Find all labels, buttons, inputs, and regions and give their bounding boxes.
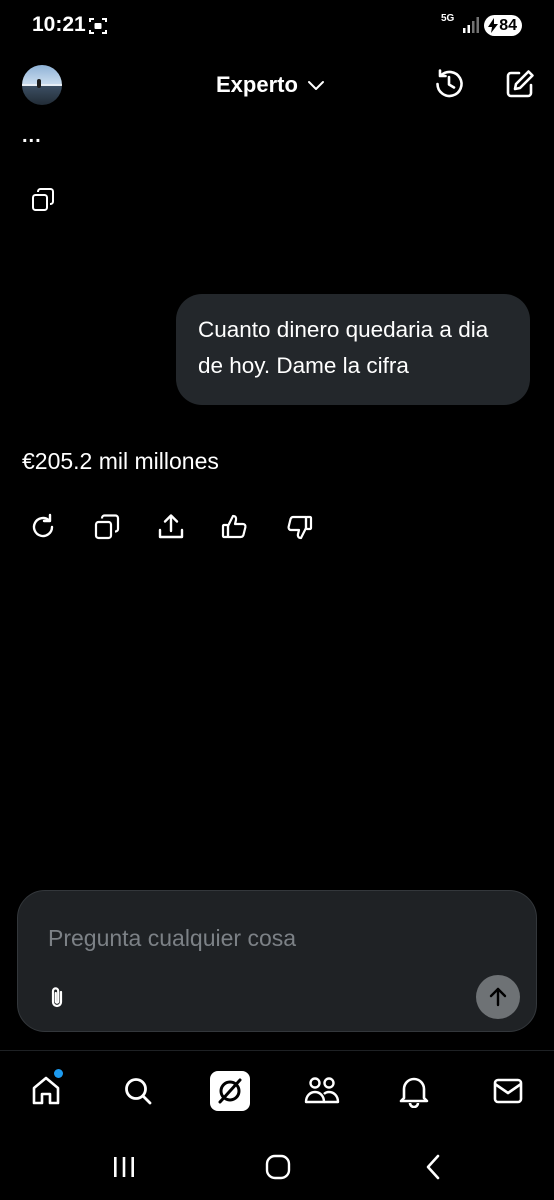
user-message-bubble[interactable]: Cuanto dinero quedaria a dia de hoy. Dam… xyxy=(176,294,530,405)
nav-messages[interactable] xyxy=(488,1071,528,1111)
send-button[interactable] xyxy=(476,975,520,1019)
back-icon[interactable] xyxy=(419,1152,449,1182)
network-label: 5G xyxy=(441,13,455,24)
grok-tile xyxy=(210,1071,250,1111)
copy-icon[interactable] xyxy=(30,187,56,213)
chevron-down-icon xyxy=(307,81,324,90)
thumbs-up-icon[interactable] xyxy=(220,512,250,542)
paperclip-icon[interactable] xyxy=(44,985,70,1011)
home-button-icon[interactable] xyxy=(263,1152,293,1182)
screen-recording-icon xyxy=(89,18,107,34)
system-navigation xyxy=(0,1135,554,1200)
grok-icon xyxy=(218,1078,242,1104)
message-input[interactable] xyxy=(48,921,488,955)
mode-label: Experto xyxy=(216,72,298,97)
signal-icon xyxy=(463,17,479,33)
new-chat-icon[interactable] xyxy=(503,67,537,101)
nav-notifications[interactable] xyxy=(394,1071,434,1111)
home-notification-dot xyxy=(54,1069,63,1078)
bottom-navigation xyxy=(0,1050,554,1130)
home-icon xyxy=(32,1076,60,1105)
thinking-indicator: ... xyxy=(22,125,42,147)
messages-icon xyxy=(493,1078,523,1104)
battery-level: 84 xyxy=(499,16,517,34)
user-message-text: Cuanto dinero quedaria a dia de hoy. Dam… xyxy=(198,317,489,378)
copy-icon[interactable] xyxy=(92,512,122,542)
nav-search[interactable] xyxy=(118,1071,158,1111)
status-bar: 10:21 5G 84 xyxy=(0,0,554,52)
recent-apps-icon[interactable] xyxy=(109,1152,139,1182)
arrow-up-icon xyxy=(489,987,507,1007)
nav-grok[interactable] xyxy=(210,1071,250,1111)
mode-selector[interactable]: Experto xyxy=(216,70,326,100)
message-composer xyxy=(17,890,537,1032)
battery-indicator: 84 xyxy=(484,15,522,36)
avatar[interactable] xyxy=(22,65,62,105)
regenerate-icon[interactable] xyxy=(28,512,58,542)
search-icon xyxy=(125,1078,152,1105)
status-time: 10:21 xyxy=(32,13,86,36)
nav-communities[interactable] xyxy=(302,1071,342,1111)
charging-icon xyxy=(488,18,498,33)
history-icon[interactable] xyxy=(432,67,466,101)
chat-header: Experto xyxy=(0,58,554,112)
assistant-answer: €205.2 mil millones xyxy=(22,448,219,474)
app-screen: 10:21 5G 84 Experto ... Cuanto dinero qu… xyxy=(0,0,554,1200)
share-icon[interactable] xyxy=(156,512,186,542)
notifications-icon xyxy=(399,1077,429,1108)
thumbs-down-icon[interactable] xyxy=(284,512,314,542)
communities-icon xyxy=(304,1077,340,1104)
